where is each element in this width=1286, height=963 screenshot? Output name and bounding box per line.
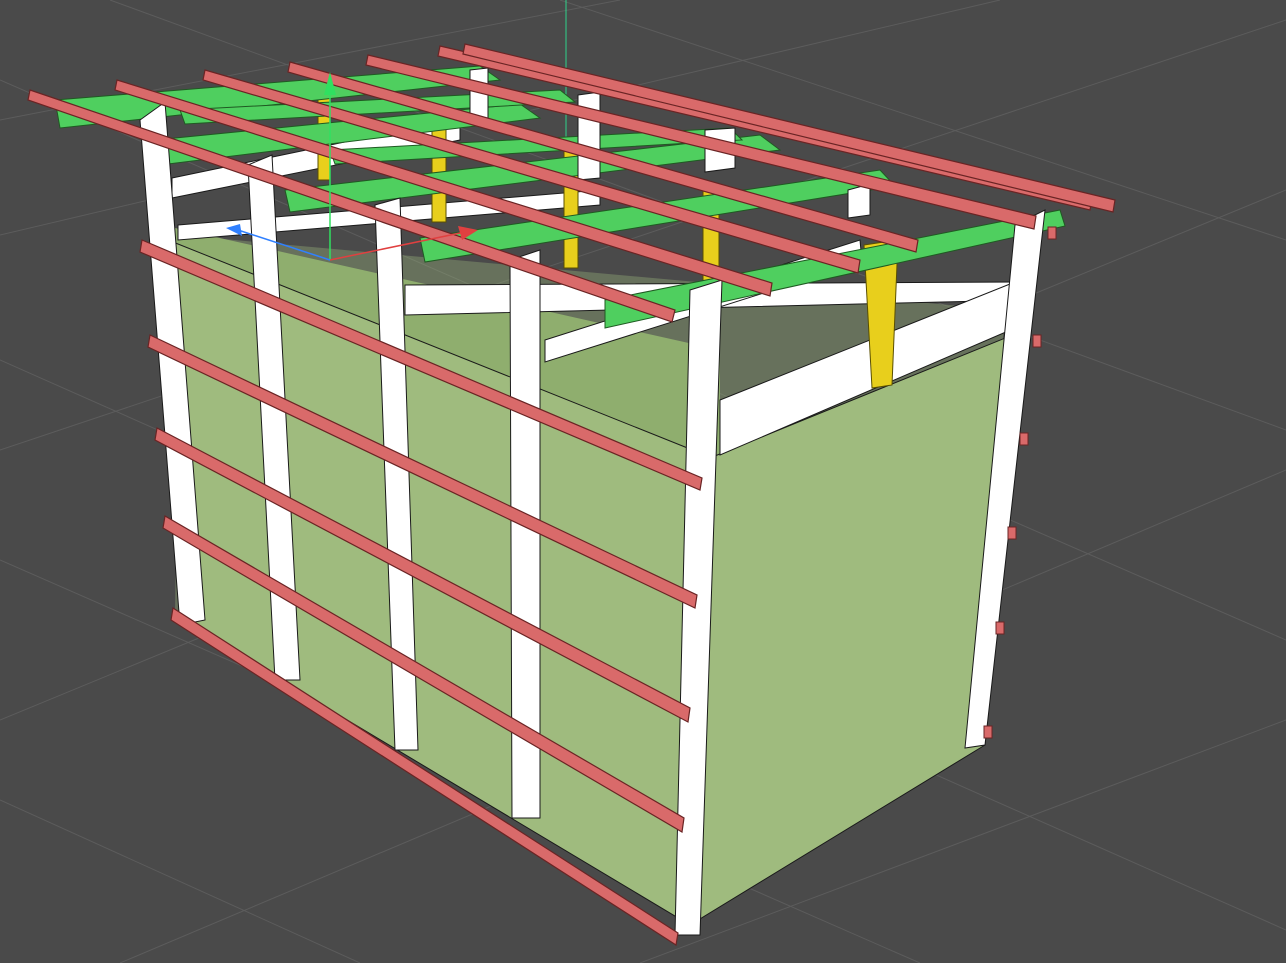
stud xyxy=(847,183,871,219)
viewport-canvas[interactable] xyxy=(0,0,1286,963)
3d-viewport[interactable] xyxy=(0,0,1286,963)
stud xyxy=(577,91,601,181)
